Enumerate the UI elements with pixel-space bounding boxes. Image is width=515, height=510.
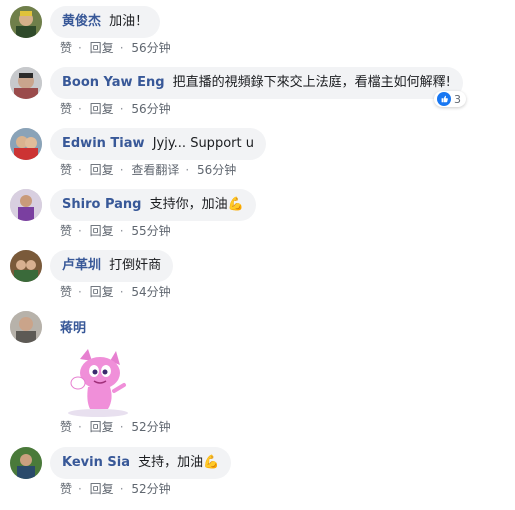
comment-text: Jyjy... Support u (152, 136, 254, 151)
comment-time[interactable]: 56分钟 (197, 163, 236, 177)
comment-actions: 赞 · 回复 · 查看翻译 · 56分钟 (60, 163, 237, 177)
comment-bubble: Boon Yaw Eng 把直播的視頻錄下來交上法庭，看檔主如何解釋! (50, 67, 463, 99)
comment-bubble: Kevin Sia 支持，加油💪 (50, 447, 232, 479)
comment-author[interactable]: 黄俊杰 (62, 14, 101, 29)
comment-text: 打倒奸商 (109, 258, 162, 273)
comment-text: 把直播的視頻錄下來交上法庭，看檔主如何解釋! (172, 75, 451, 90)
comment-author[interactable]: 蒋明 (60, 317, 86, 336)
comment-time[interactable]: 52分钟 (131, 482, 170, 496)
avatar[interactable] (10, 6, 42, 38)
like-button[interactable]: 赞 (60, 41, 72, 55)
reaction-count[interactable]: 3 (434, 91, 466, 107)
avatar[interactable] (10, 67, 42, 99)
comment-author[interactable]: 卢革圳 (62, 258, 101, 273)
comment-actions: 赞 · 回复 · 52分钟 (60, 482, 171, 496)
comment-text: 支持，加油💪 (138, 455, 220, 470)
comment-actions: 赞 · 回复 · 52分钟 (60, 420, 171, 434)
avatar[interactable] (10, 128, 42, 160)
avatar[interactable] (10, 250, 42, 282)
avatar[interactable] (10, 311, 42, 343)
sticker-image (58, 341, 138, 421)
like-button[interactable]: 赞 (60, 420, 72, 434)
reply-button[interactable]: 回复 (90, 102, 114, 116)
comment-time[interactable]: 56分钟 (131, 41, 170, 55)
comment-actions: 赞 · 回复 · 56分钟 (60, 102, 171, 116)
avatar[interactable] (10, 447, 42, 479)
comment-item: 蒋明 赞 · 回复 · 52分钟 (10, 311, 500, 437)
reply-button[interactable]: 回复 (90, 482, 114, 496)
comment-item: Shiro Pang 支持你，加油💪 赞 · 回复 · 55分钟 (10, 189, 500, 241)
comment-actions: 赞 · 回复 · 56分钟 (60, 41, 171, 55)
like-button[interactable]: 赞 (60, 482, 72, 496)
comment-item: 卢革圳 打倒奸商 赞 · 回复 · 54分钟 (10, 250, 500, 302)
comment-time[interactable]: 52分钟 (131, 420, 170, 434)
comment-time[interactable]: 55分钟 (131, 224, 170, 238)
comment-time[interactable]: 54分钟 (131, 285, 170, 299)
see-translation-link[interactable]: 查看翻译 (131, 163, 179, 177)
comment-author[interactable]: Boon Yaw Eng (62, 75, 165, 90)
like-button[interactable]: 赞 (60, 285, 72, 299)
comment-bubble: Shiro Pang 支持你，加油💪 (50, 189, 256, 221)
reply-button[interactable]: 回复 (90, 420, 114, 434)
reaction-number: 3 (454, 92, 461, 106)
comment-bubble: 黄俊杰 加油！ (50, 6, 161, 38)
avatar[interactable] (10, 189, 42, 221)
like-icon (437, 92, 451, 106)
reply-button[interactable]: 回复 (90, 41, 114, 55)
comment-author[interactable]: Shiro Pang (62, 197, 141, 212)
comment-text: 支持你，加油💪 (149, 197, 244, 212)
comment-author[interactable]: Edwin Tiaw (62, 136, 145, 151)
comment-actions: 赞 · 回复 · 55分钟 (60, 224, 171, 238)
reply-button[interactable]: 回复 (90, 285, 114, 299)
comment-text: 加油！ (109, 14, 149, 29)
comment-time[interactable]: 56分钟 (131, 102, 170, 116)
comment-bubble: 卢革圳 打倒奸商 (50, 250, 174, 282)
like-button[interactable]: 赞 (60, 163, 72, 177)
comment-actions: 赞 · 回复 · 54分钟 (60, 285, 171, 299)
comment-item: Boon Yaw Eng 把直播的視頻錄下來交上法庭，看檔主如何解釋! 3 赞 ·… (10, 67, 500, 119)
reply-button[interactable]: 回复 (90, 163, 114, 177)
comment-item: 黄俊杰 加油！ 赞 · 回复 · 56分钟 (10, 6, 500, 58)
comment-item: Edwin Tiaw Jyjy... Support u 赞 · 回复 · 查看翻译… (10, 128, 500, 180)
like-button[interactable]: 赞 (60, 224, 72, 238)
comment-author[interactable]: Kevin Sia (62, 455, 130, 470)
comment-bubble: Edwin Tiaw Jyjy... Support u (50, 128, 266, 160)
comment-item: Kevin Sia 支持，加油💪 赞 · 回复 · 52分钟 (10, 447, 500, 499)
like-button[interactable]: 赞 (60, 102, 72, 116)
reply-button[interactable]: 回复 (90, 224, 114, 238)
